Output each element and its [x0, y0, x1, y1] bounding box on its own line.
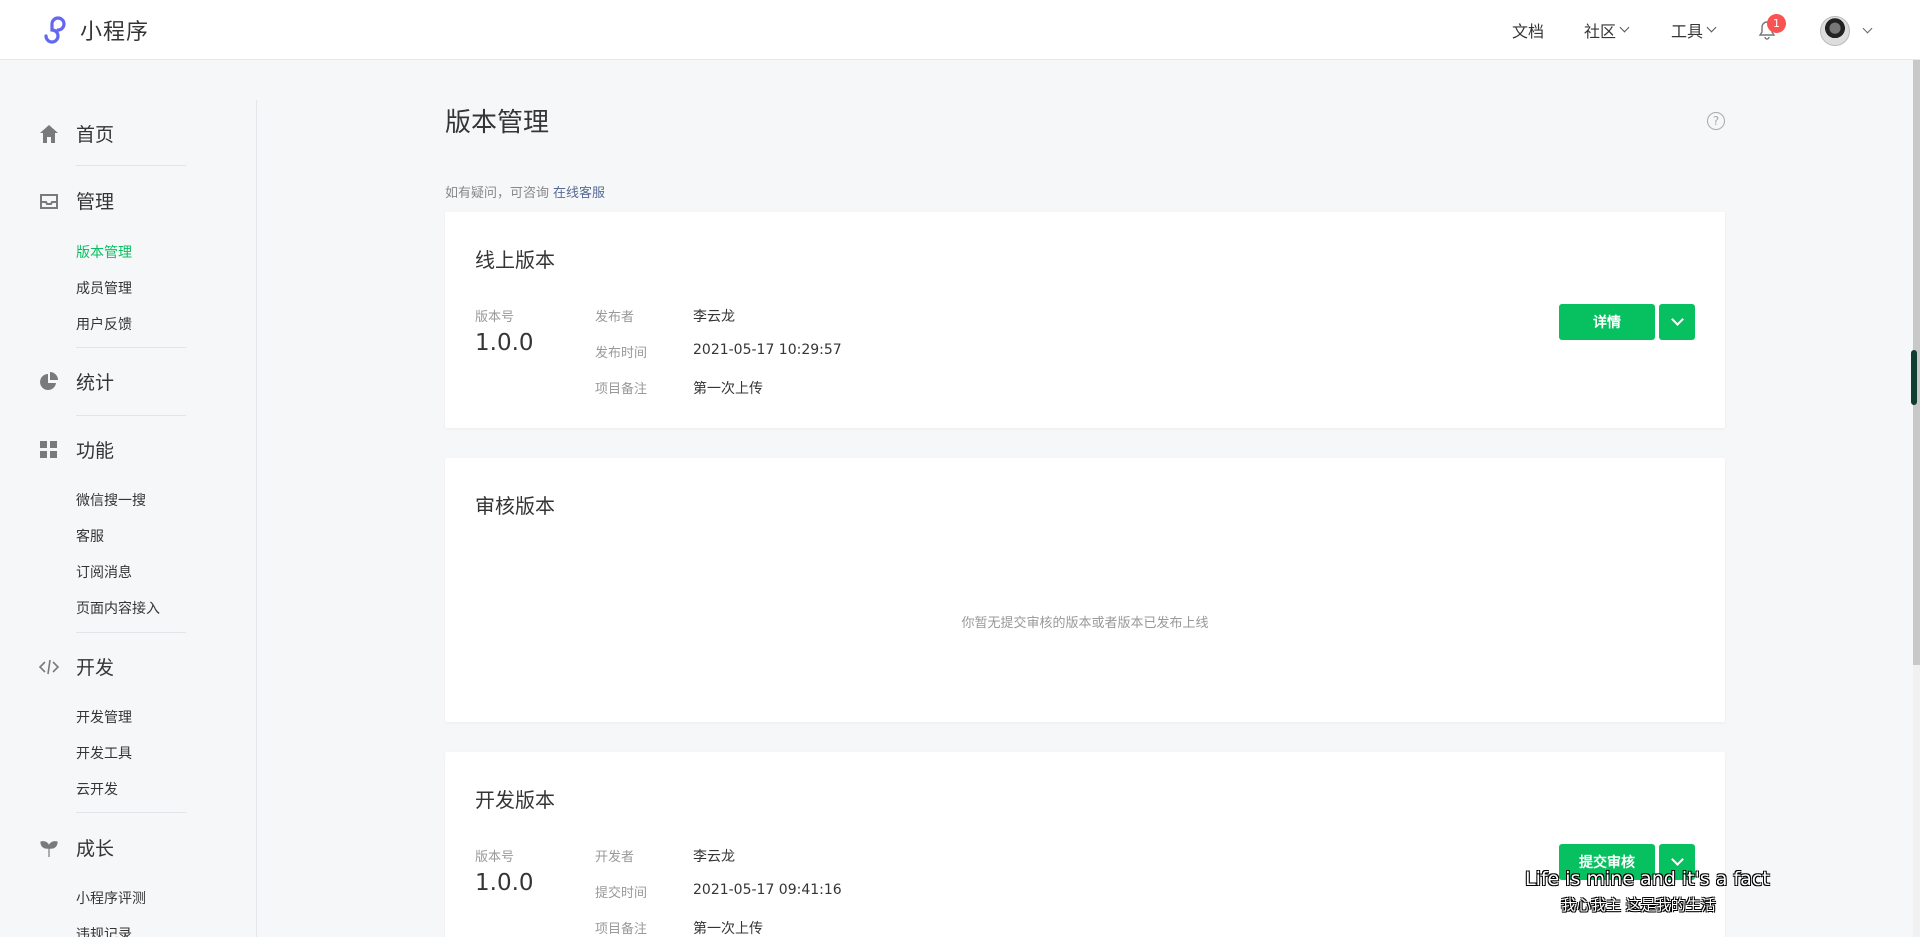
- meta-key: 项目备注: [595, 382, 648, 397]
- meta-value: 第一次上传: [693, 381, 763, 397]
- meta-value: 李云龙: [693, 849, 735, 865]
- sidebar-item-dev-manage[interactable]: 开发管理: [76, 707, 132, 727]
- sidebar-item-home[interactable]: 首页: [38, 120, 114, 147]
- meta-key: 开发者: [595, 850, 635, 865]
- grid-icon: [38, 439, 60, 461]
- scroll-marker: [1911, 350, 1917, 405]
- sidebar-item-growth[interactable]: 成长: [38, 834, 114, 861]
- sidebar-item-evaluation[interactable]: 小程序评测: [76, 888, 146, 908]
- details-button[interactable]: 详情: [1559, 304, 1655, 340]
- help-tip: 如有疑问，可咨询 在线客服: [445, 182, 605, 201]
- video-subtitle-en: Life is mine and it's a fact: [1525, 868, 1770, 890]
- online-service-link[interactable]: 在线客服: [553, 186, 605, 201]
- home-icon: [38, 123, 60, 145]
- meta-key: 发布者: [595, 310, 635, 325]
- meta-value: 李云龙: [693, 309, 735, 325]
- meta-key: 发布时间: [595, 346, 648, 361]
- nav-community[interactable]: 社区: [1584, 18, 1630, 42]
- divider: [76, 415, 186, 416]
- sidebar-item-subscribe-msg[interactable]: 订阅消息: [76, 562, 132, 582]
- divider: [76, 165, 186, 166]
- divider: [76, 347, 186, 348]
- sprout-icon: [38, 837, 60, 859]
- meta-value: 2021-05-17 09:41:16: [693, 882, 842, 898]
- pie-chart-icon: [38, 371, 60, 393]
- sidebar-item-label: 成长: [76, 838, 115, 860]
- meta-value: 第一次上传: [693, 921, 763, 937]
- avatar[interactable]: [1820, 16, 1850, 46]
- nav-docs-label: 文档: [1512, 22, 1545, 41]
- sidebar-item-user-feedback[interactable]: 用户反馈: [76, 314, 132, 334]
- sidebar-item-violation-records[interactable]: 违规记录: [76, 924, 132, 937]
- divider: [76, 812, 186, 813]
- sidebar-item-label: 统计: [76, 372, 115, 394]
- sidebar-item-dev-tools[interactable]: 开发工具: [76, 743, 132, 763]
- logo[interactable]: 小程序: [38, 14, 149, 46]
- sidebar-item-member-manage[interactable]: 成员管理: [76, 278, 132, 298]
- version-number: 1.0.0: [475, 330, 534, 356]
- sidebar-item-label: 首页: [76, 124, 115, 146]
- sidebar-divider: [256, 100, 257, 937]
- nav-tools-label: 工具: [1671, 22, 1704, 41]
- inbox-icon: [38, 190, 60, 212]
- card-title: 线上版本: [475, 248, 555, 272]
- dev-version-card: 开发版本 版本号 1.0.0 开发者 李云龙 提交时间 2021-05-17 0…: [445, 752, 1725, 937]
- top-bar: 小程序 文档 社区 工具 1: [0, 0, 1920, 60]
- card-title: 开发版本: [475, 788, 555, 812]
- sidebar-item-page-content[interactable]: 页面内容接入: [76, 598, 160, 618]
- review-version-card: 审核版本 你暂无提交审核的版本或者版本已发布上线: [445, 458, 1725, 722]
- version-label: 版本号: [475, 850, 515, 865]
- meta-key: 提交时间: [595, 886, 648, 901]
- nav-tools[interactable]: 工具: [1671, 18, 1717, 42]
- sidebar-item-features[interactable]: 功能: [38, 436, 114, 463]
- empty-state-text: 你暂无提交审核的版本或者版本已发布上线: [961, 616, 1209, 631]
- sidebar-item-label: 管理: [76, 191, 115, 213]
- sidebar-item-stats[interactable]: 统计: [38, 368, 114, 395]
- code-icon: [38, 656, 60, 678]
- nav-docs[interactable]: 文档: [1512, 18, 1544, 42]
- help-tip-text: 如有疑问，可咨询: [445, 186, 550, 201]
- sidebar-item-wechat-search[interactable]: 微信搜一搜: [76, 490, 146, 510]
- meta-key: 项目备注: [595, 922, 648, 937]
- version-number: 1.0.0: [475, 870, 534, 896]
- sidebar-item-dev[interactable]: 开发: [38, 653, 114, 680]
- more-actions-dropdown[interactable]: [1659, 304, 1695, 340]
- sidebar-item-version-manage[interactable]: 版本管理: [76, 242, 132, 262]
- help-icon[interactable]: ?: [1707, 112, 1725, 130]
- sidebar-item-label: 功能: [76, 440, 115, 462]
- chevron-down-icon[interactable]: [1862, 23, 1873, 34]
- meta-value: 2021-05-17 10:29:57: [693, 342, 842, 358]
- notification-badge: 1: [1767, 14, 1786, 33]
- nav-community-label: 社区: [1584, 22, 1617, 41]
- sidebar-item-customer-service[interactable]: 客服: [76, 526, 104, 546]
- chevron-down-icon: [1619, 22, 1630, 33]
- sidebar-item-cloud-dev[interactable]: 云开发: [76, 779, 118, 799]
- page-title: 版本管理: [445, 108, 550, 138]
- logo-text: 小程序: [80, 20, 150, 45]
- divider: [76, 632, 186, 633]
- video-subtitle-cn: 我心我主 这是我的生活: [1561, 896, 1716, 914]
- chevron-down-icon: [1706, 22, 1717, 33]
- online-version-card: 线上版本 版本号 1.0.0 发布者 李云龙 发布时间 2021-05-17 1…: [445, 212, 1725, 428]
- miniprogram-logo-icon: [44, 16, 66, 44]
- sidebar-item-manage[interactable]: 管理: [38, 187, 114, 214]
- card-title: 审核版本: [475, 494, 555, 518]
- sidebar-item-label: 开发: [76, 657, 115, 679]
- version-label: 版本号: [475, 310, 515, 325]
- sidebar: 首页 管理 版本管理 成员管理 用户反馈 统计 功能 微信搜一搜 客服 订阅消息…: [0, 60, 256, 937]
